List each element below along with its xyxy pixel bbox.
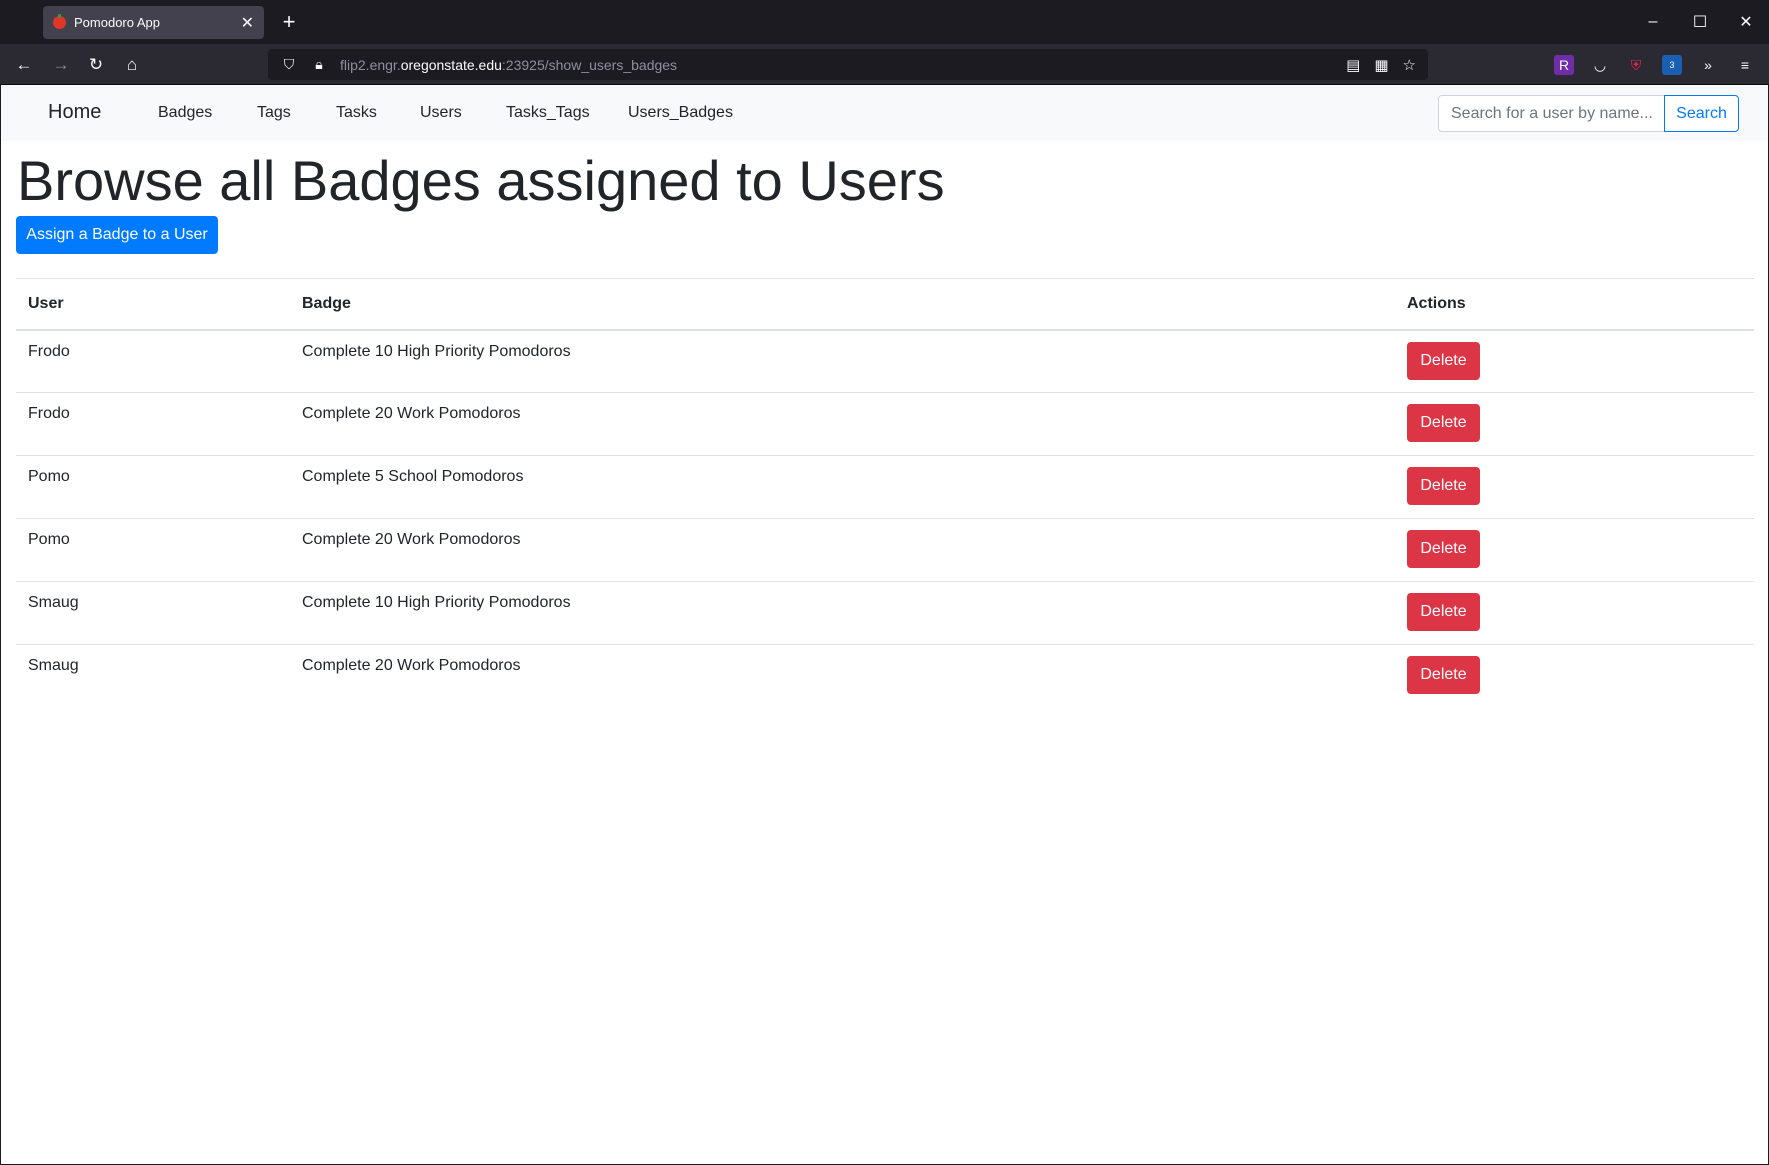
- address-bar[interactable]: ⛉ 🔒︎ flip2.engr.oregonstate.edu:23925/sh…: [268, 49, 1428, 80]
- user-search-input[interactable]: [1438, 95, 1665, 132]
- nav-link-users-badges[interactable]: Users_Badges: [628, 104, 733, 122]
- cell-user: Smaug: [16, 644, 290, 708]
- home-icon[interactable]: ⌂: [118, 51, 146, 79]
- cell-user: Smaug: [16, 581, 290, 645]
- maximize-icon[interactable]: ☐: [1677, 0, 1723, 44]
- reader-view-icon[interactable]: ▤: [1346, 56, 1360, 74]
- nav-link-tags[interactable]: Tags: [257, 104, 291, 122]
- nav-link-tasks-tags[interactable]: Tasks_Tags: [506, 104, 590, 122]
- table-header-row: User Badge Actions: [16, 278, 1754, 331]
- search-button[interactable]: Search: [1664, 95, 1739, 132]
- nav-link-tasks[interactable]: Tasks: [336, 104, 377, 122]
- browser-toolbar: ← → ↻ ⌂ ⛉ 🔒︎ flip2.engr.oregonstate.edu:…: [0, 44, 1769, 85]
- delete-button[interactable]: Delete: [1407, 404, 1480, 442]
- table-row: Frodo Complete 20 Work Pomodoros Delete: [16, 392, 1754, 456]
- table-row: Smaug Complete 20 Work Pomodoros Delete: [16, 644, 1754, 708]
- pocket-icon[interactable]: ◡: [1590, 55, 1610, 75]
- bitwarden-icon[interactable]: 3: [1662, 55, 1682, 75]
- nav-link-badges[interactable]: Badges: [158, 104, 212, 122]
- shield-icon[interactable]: ⛉: [280, 56, 298, 73]
- table-row: Pomo Complete 20 Work Pomodoros Delete: [16, 518, 1754, 582]
- delete-button[interactable]: Delete: [1407, 467, 1480, 505]
- cell-badge: Complete 20 Work Pomodoros: [290, 644, 1395, 708]
- cell-badge: Complete 10 High Priority Pomodoros: [290, 581, 1395, 645]
- cell-badge: Complete 5 School Pomodoros: [290, 455, 1395, 519]
- cell-user: Frodo: [16, 329, 290, 393]
- page-title: Browse all Badges assigned to Users: [17, 149, 945, 212]
- cell-user: Frodo: [16, 392, 290, 456]
- window-close-icon[interactable]: ✕: [1723, 0, 1769, 44]
- delete-button[interactable]: Delete: [1407, 530, 1480, 568]
- column-header-badge: Badge: [290, 278, 1395, 331]
- new-tab-icon[interactable]: +: [276, 9, 302, 35]
- close-tab-icon[interactable]: ✕: [241, 13, 254, 33]
- more-tools-icon[interactable]: »: [1698, 55, 1718, 75]
- minimize-icon[interactable]: –: [1630, 0, 1676, 44]
- bookmark-star-icon[interactable]: ☆: [1403, 56, 1416, 74]
- table-row: Smaug Complete 10 High Priority Pomodoro…: [16, 581, 1754, 645]
- nav-home-link[interactable]: Home: [48, 101, 101, 124]
- ublock-icon[interactable]: ⛨: [1626, 55, 1646, 75]
- cell-user: Pomo: [16, 455, 290, 519]
- table-row: Frodo Complete 10 High Priority Pomodoro…: [16, 329, 1754, 393]
- assign-badge-button[interactable]: Assign a Badge to a User: [16, 216, 218, 254]
- extension-badge-count: 3: [1669, 60, 1675, 70]
- qr-code-icon[interactable]: ▦: [1374, 56, 1388, 74]
- column-header-user: User: [16, 278, 290, 331]
- back-icon[interactable]: ←: [10, 51, 38, 79]
- column-header-actions: Actions: [1395, 278, 1754, 331]
- cell-user: Pomo: [16, 518, 290, 582]
- cell-badge: Complete 10 High Priority Pomodoros: [290, 329, 1395, 393]
- url-text[interactable]: flip2.engr.oregonstate.edu:23925/show_us…: [340, 57, 677, 73]
- cell-badge: Complete 20 Work Pomodoros: [290, 392, 1395, 456]
- delete-button[interactable]: Delete: [1407, 656, 1480, 694]
- table-row: Pomo Complete 5 School Pomodoros Delete: [16, 455, 1754, 519]
- tomato-favicon-icon: [53, 14, 66, 29]
- site-navbar: Home Badges Tags Tasks Users Tasks_Tags …: [1, 85, 1768, 141]
- delete-button[interactable]: Delete: [1407, 593, 1480, 631]
- forward-icon[interactable]: →: [47, 51, 75, 79]
- cell-badge: Complete 20 Work Pomodoros: [290, 518, 1395, 582]
- hamburger-menu-icon[interactable]: ≡: [1735, 55, 1755, 75]
- page-viewport: Home Badges Tags Tasks Users Tasks_Tags …: [1, 85, 1768, 1164]
- users-badges-table: User Badge Actions Frodo Complete 10 Hig…: [16, 278, 1754, 708]
- lock-icon[interactable]: 🔒︎: [310, 56, 328, 73]
- browser-tab[interactable]: Pomodoro App ✕: [43, 6, 264, 39]
- delete-button[interactable]: Delete: [1407, 341, 1480, 380]
- tab-title: Pomodoro App: [74, 15, 161, 30]
- reload-icon[interactable]: ↻: [82, 51, 110, 79]
- nav-link-users[interactable]: Users: [420, 104, 462, 122]
- extension-r-icon[interactable]: R: [1554, 55, 1574, 75]
- browser-tab-strip: Pomodoro App ✕ + – ☐ ✕: [0, 0, 1769, 44]
